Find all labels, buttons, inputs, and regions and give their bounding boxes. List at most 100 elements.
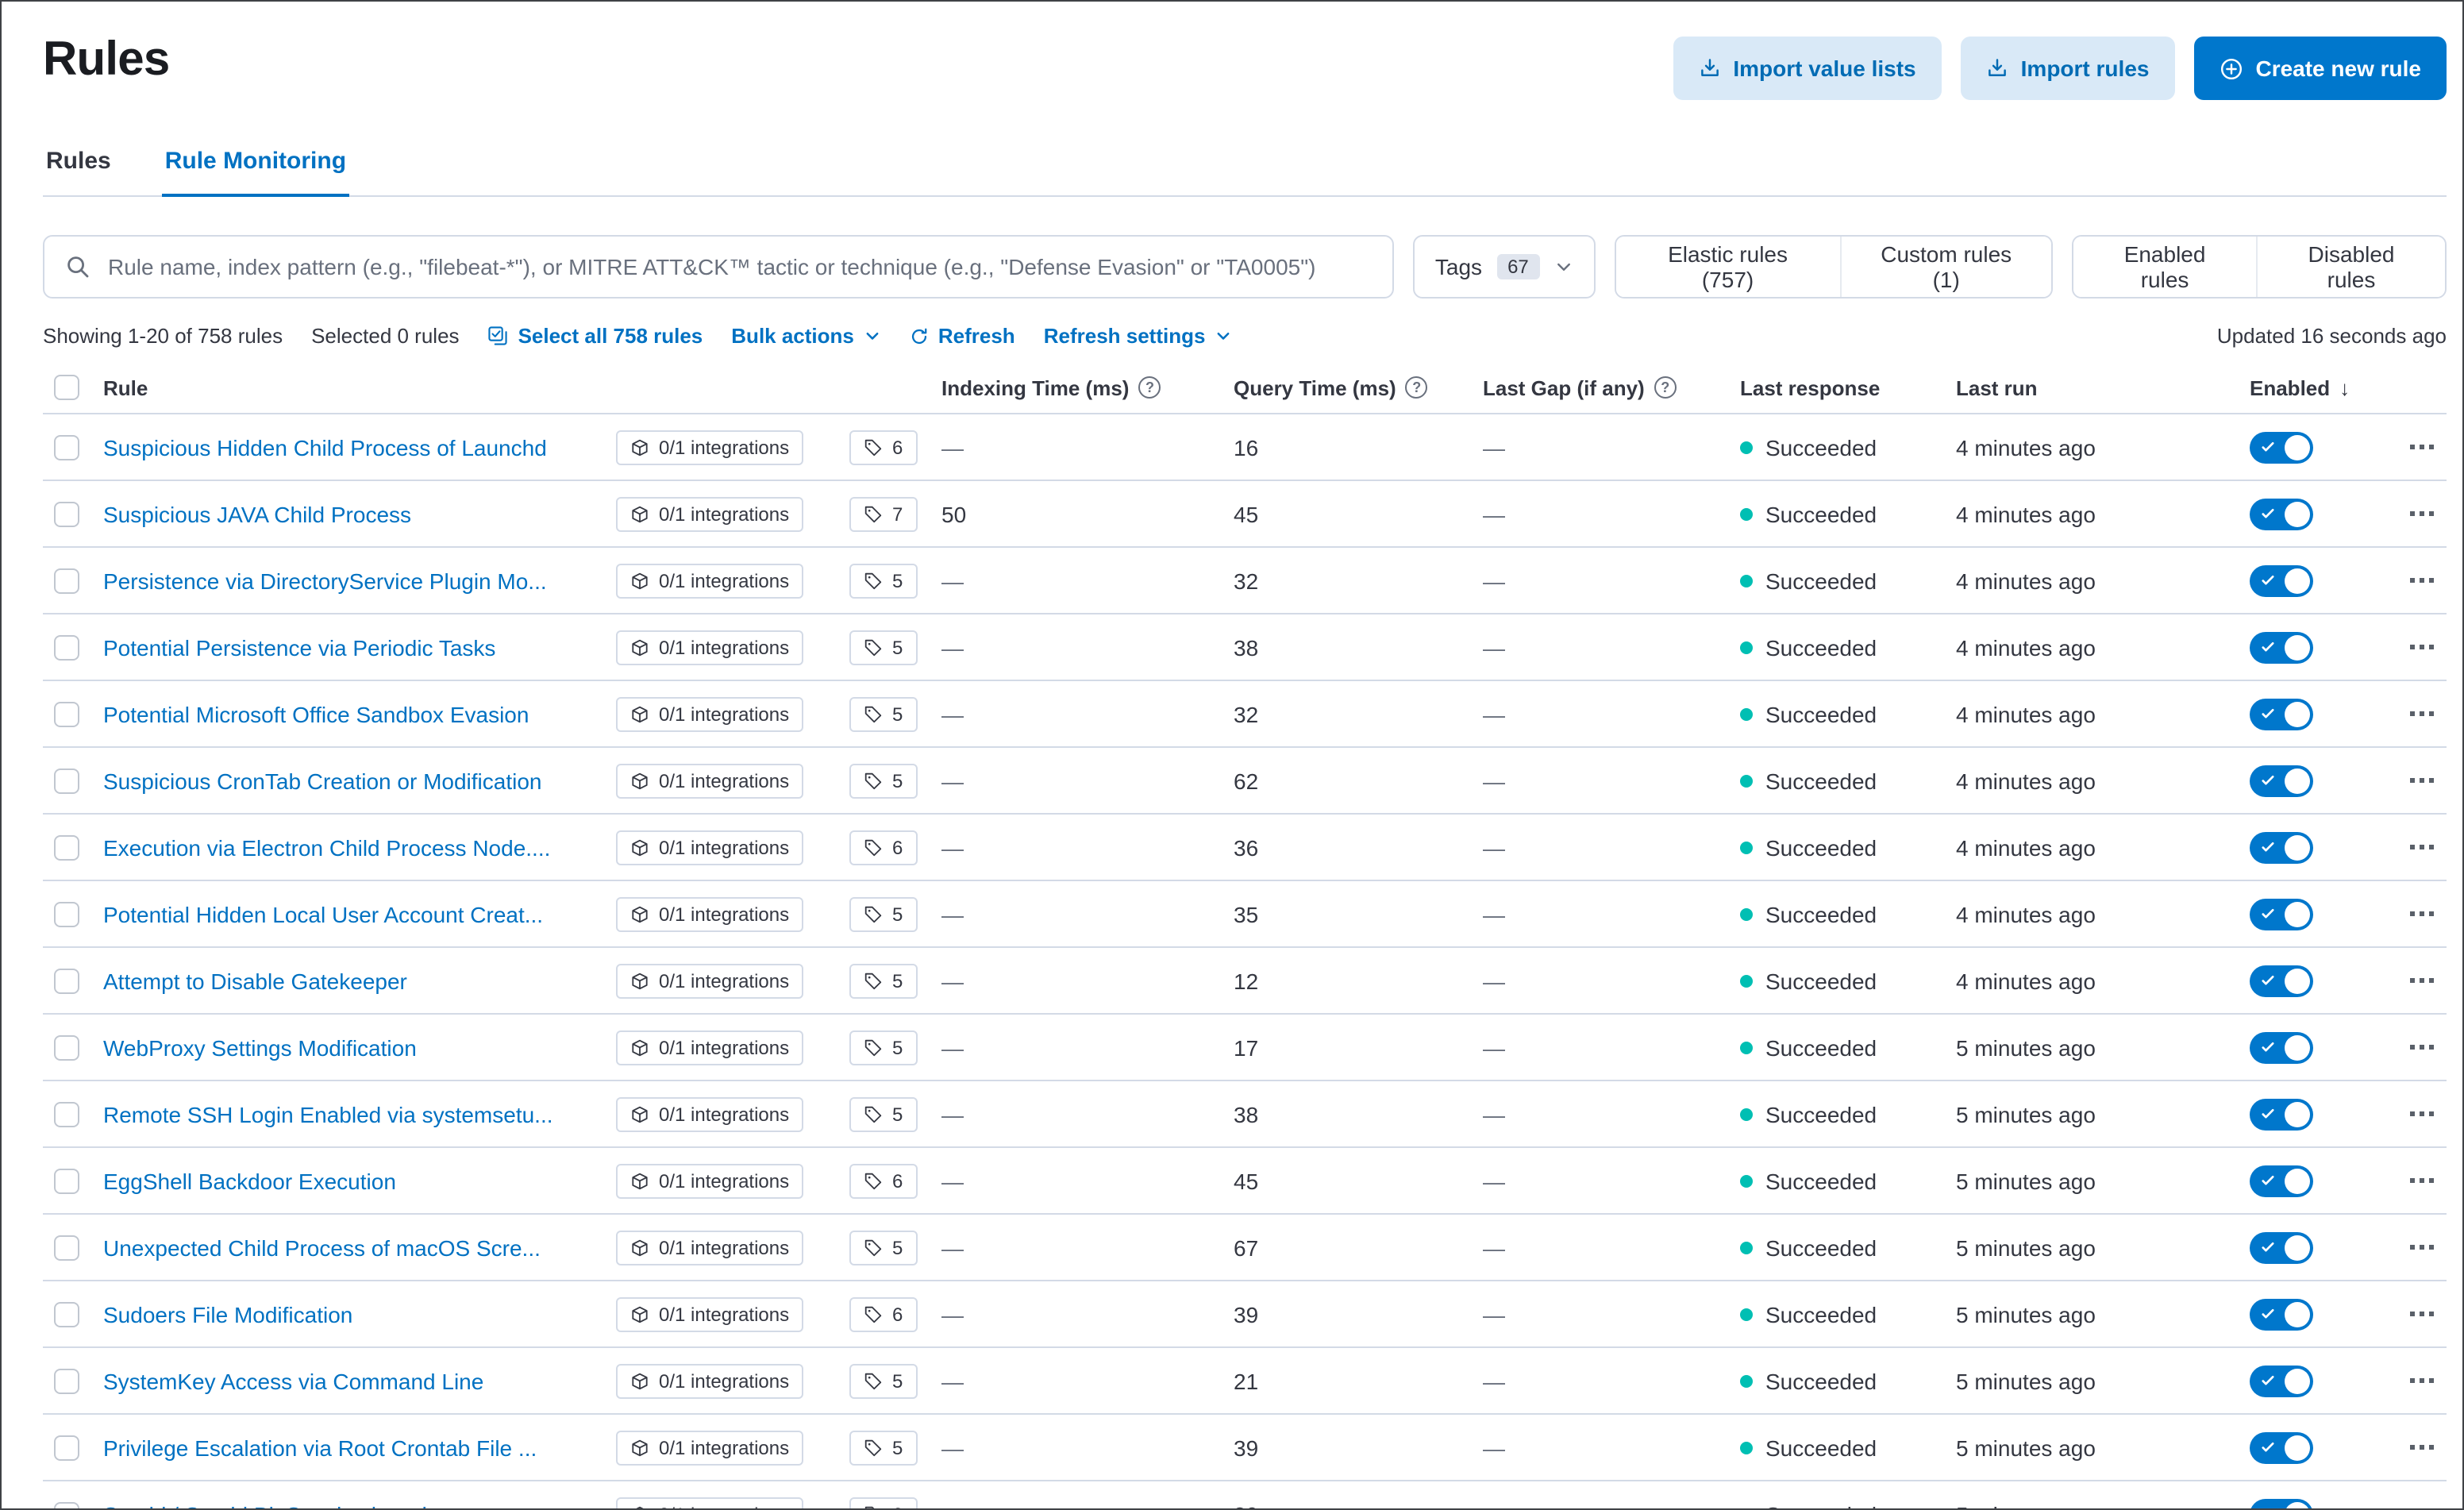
row-actions-button[interactable] bbox=[2409, 578, 2433, 583]
rule-name-link[interactable]: Setuid / Setgid Bit Set via chmod bbox=[103, 1501, 443, 1510]
enabled-toggle[interactable] bbox=[2250, 631, 2313, 663]
rule-tags-badge[interactable]: 6 bbox=[849, 1296, 917, 1331]
enabled-toggle[interactable] bbox=[2250, 1165, 2313, 1196]
rule-tags-badge[interactable]: 5 bbox=[849, 696, 917, 731]
row-actions-button[interactable] bbox=[2409, 978, 2433, 983]
column-header-last-run[interactable]: Last run bbox=[1956, 376, 2250, 399]
rule-name-link[interactable]: Remote SSH Login Enabled via systemsetu.… bbox=[103, 1101, 569, 1127]
help-icon[interactable]: ? bbox=[1406, 376, 1428, 399]
enabled-toggle[interactable] bbox=[2250, 698, 2313, 730]
row-actions-button[interactable] bbox=[2409, 1178, 2433, 1183]
row-checkbox[interactable] bbox=[54, 968, 79, 993]
rule-name-link[interactable]: EggShell Backdoor Execution bbox=[103, 1168, 412, 1193]
rule-tags-badge[interactable]: 6 bbox=[849, 1163, 917, 1198]
enabled-toggle[interactable] bbox=[2250, 1498, 2313, 1510]
column-header-indexing-time[interactable]: Indexing Time (ms)? bbox=[941, 376, 1234, 399]
rule-name-link[interactable]: WebProxy Settings Modification bbox=[103, 1034, 433, 1060]
rule-name-link[interactable]: Potential Hidden Local User Account Crea… bbox=[103, 901, 559, 926]
integrations-badge[interactable]: 0/1 integrations bbox=[616, 1030, 803, 1065]
integrations-badge[interactable]: 0/1 integrations bbox=[616, 430, 803, 464]
row-actions-button[interactable] bbox=[2409, 511, 2433, 516]
help-icon[interactable]: ? bbox=[1654, 376, 1677, 399]
rule-tags-badge[interactable]: 5 bbox=[849, 763, 917, 798]
tab-rule-monitoring[interactable]: Rule Monitoring bbox=[162, 141, 349, 197]
row-checkbox[interactable] bbox=[54, 701, 79, 726]
rule-tags-badge[interactable]: 5 bbox=[849, 563, 917, 598]
rule-name-link[interactable]: Suspicious CronTab Creation or Modificat… bbox=[103, 768, 558, 793]
rule-name-link[interactable]: Persistence via DirectoryService Plugin … bbox=[103, 568, 563, 593]
integrations-badge[interactable]: 0/1 integrations bbox=[616, 696, 803, 731]
rule-tags-badge[interactable]: 5 bbox=[849, 1096, 917, 1131]
integrations-badge[interactable]: 0/1 integrations bbox=[616, 1363, 803, 1398]
row-actions-button[interactable] bbox=[2409, 1378, 2433, 1383]
enabled-toggle[interactable] bbox=[2250, 564, 2313, 596]
row-checkbox[interactable] bbox=[54, 768, 79, 793]
help-icon[interactable]: ? bbox=[1138, 376, 1161, 399]
row-actions-button[interactable] bbox=[2409, 1312, 2433, 1316]
row-actions-button[interactable] bbox=[2409, 845, 2433, 849]
integrations-badge[interactable]: 0/1 integrations bbox=[616, 496, 803, 531]
row-checkbox[interactable] bbox=[54, 1301, 79, 1327]
column-header-last-gap[interactable]: Last Gap (if any)? bbox=[1483, 376, 1740, 399]
rules-search-input[interactable] bbox=[105, 252, 1372, 281]
row-checkbox[interactable] bbox=[54, 634, 79, 660]
rule-name-link[interactable]: Potential Microsoft Office Sandbox Evasi… bbox=[103, 701, 545, 726]
enabled-toggle[interactable] bbox=[2250, 1431, 2313, 1463]
enabled-toggle[interactable] bbox=[2250, 898, 2313, 930]
enabled-toggle[interactable] bbox=[2250, 1231, 2313, 1263]
filter-elastic-rules[interactable]: Elastic rules (757) bbox=[1616, 237, 1840, 297]
column-header-last-response[interactable]: Last response bbox=[1740, 376, 1956, 399]
rule-name-link[interactable]: Suspicious Hidden Child Process of Launc… bbox=[103, 434, 563, 460]
refresh-settings-button[interactable]: Refresh settings bbox=[1044, 324, 1233, 348]
rule-tags-badge[interactable]: 5 bbox=[849, 1230, 917, 1265]
enabled-toggle[interactable] bbox=[2250, 765, 2313, 796]
row-actions-button[interactable] bbox=[2409, 911, 2433, 916]
rule-name-link[interactable]: Suspicious JAVA Child Process bbox=[103, 501, 427, 526]
filter-custom-rules[interactable]: Custom rules (1) bbox=[1839, 237, 2051, 297]
rule-tags-badge[interactable]: 5 bbox=[849, 630, 917, 664]
filter-disabled-rules[interactable]: Disabled rules bbox=[2256, 237, 2445, 297]
row-checkbox[interactable] bbox=[54, 1168, 79, 1193]
bulk-actions-button[interactable]: Bulk actions bbox=[731, 324, 881, 348]
column-header-rule[interactable]: Rule bbox=[103, 376, 616, 399]
rule-tags-badge[interactable]: 5 bbox=[849, 1363, 917, 1398]
rule-tags-badge[interactable]: 5 bbox=[849, 896, 917, 931]
integrations-badge[interactable]: 0/1 integrations bbox=[616, 763, 803, 798]
rule-tags-badge[interactable]: 6 bbox=[849, 830, 917, 865]
import-rules-button[interactable]: Import rules bbox=[1961, 37, 2175, 100]
row-checkbox[interactable] bbox=[54, 1034, 79, 1060]
row-actions-button[interactable] bbox=[2409, 445, 2433, 449]
enabled-toggle[interactable] bbox=[2250, 498, 2313, 530]
row-checkbox[interactable] bbox=[54, 1368, 79, 1393]
row-actions-button[interactable] bbox=[2409, 1111, 2433, 1116]
row-checkbox[interactable] bbox=[54, 834, 79, 860]
import-value-lists-button[interactable]: Import value lists bbox=[1673, 37, 1941, 100]
integrations-badge[interactable]: 0/1 integrations bbox=[616, 1163, 803, 1198]
row-checkbox[interactable] bbox=[54, 1501, 79, 1510]
integrations-badge[interactable]: 0/1 integrations bbox=[616, 1230, 803, 1265]
rule-tags-badge[interactable]: 6 bbox=[849, 430, 917, 464]
select-all-checkbox[interactable] bbox=[54, 375, 79, 400]
row-actions-button[interactable] bbox=[2409, 778, 2433, 783]
column-header-enabled[interactable]: Enabled↓ bbox=[2250, 376, 2396, 399]
integrations-badge[interactable]: 0/1 integrations bbox=[616, 630, 803, 664]
column-header-query-time[interactable]: Query Time (ms)? bbox=[1234, 376, 1483, 399]
enabled-toggle[interactable] bbox=[2250, 1098, 2313, 1130]
tags-filter-button[interactable]: Tags 67 bbox=[1413, 235, 1596, 299]
row-actions-button[interactable] bbox=[2409, 711, 2433, 716]
integrations-badge[interactable]: 0/1 integrations bbox=[616, 1296, 803, 1331]
integrations-badge[interactable]: 0/1 integrations bbox=[616, 1096, 803, 1131]
row-checkbox[interactable] bbox=[54, 1435, 79, 1460]
enabled-toggle[interactable] bbox=[2250, 965, 2313, 996]
rule-tags-badge[interactable]: 7 bbox=[849, 496, 917, 531]
rule-name-link[interactable]: Sudoers File Modification bbox=[103, 1301, 368, 1327]
rule-name-link[interactable]: SystemKey Access via Command Line bbox=[103, 1368, 499, 1393]
rule-tags-badge[interactable]: 5 bbox=[849, 1430, 917, 1465]
row-actions-button[interactable] bbox=[2409, 645, 2433, 649]
integrations-badge[interactable]: 0/1 integrations bbox=[616, 896, 803, 931]
row-actions-button[interactable] bbox=[2409, 1245, 2433, 1250]
row-checkbox[interactable] bbox=[54, 1101, 79, 1127]
rule-name-link[interactable]: Potential Persistence via Periodic Tasks bbox=[103, 634, 511, 660]
rule-name-link[interactable]: Execution via Electron Child Process Nod… bbox=[103, 834, 566, 860]
enabled-toggle[interactable] bbox=[2250, 1365, 2313, 1396]
